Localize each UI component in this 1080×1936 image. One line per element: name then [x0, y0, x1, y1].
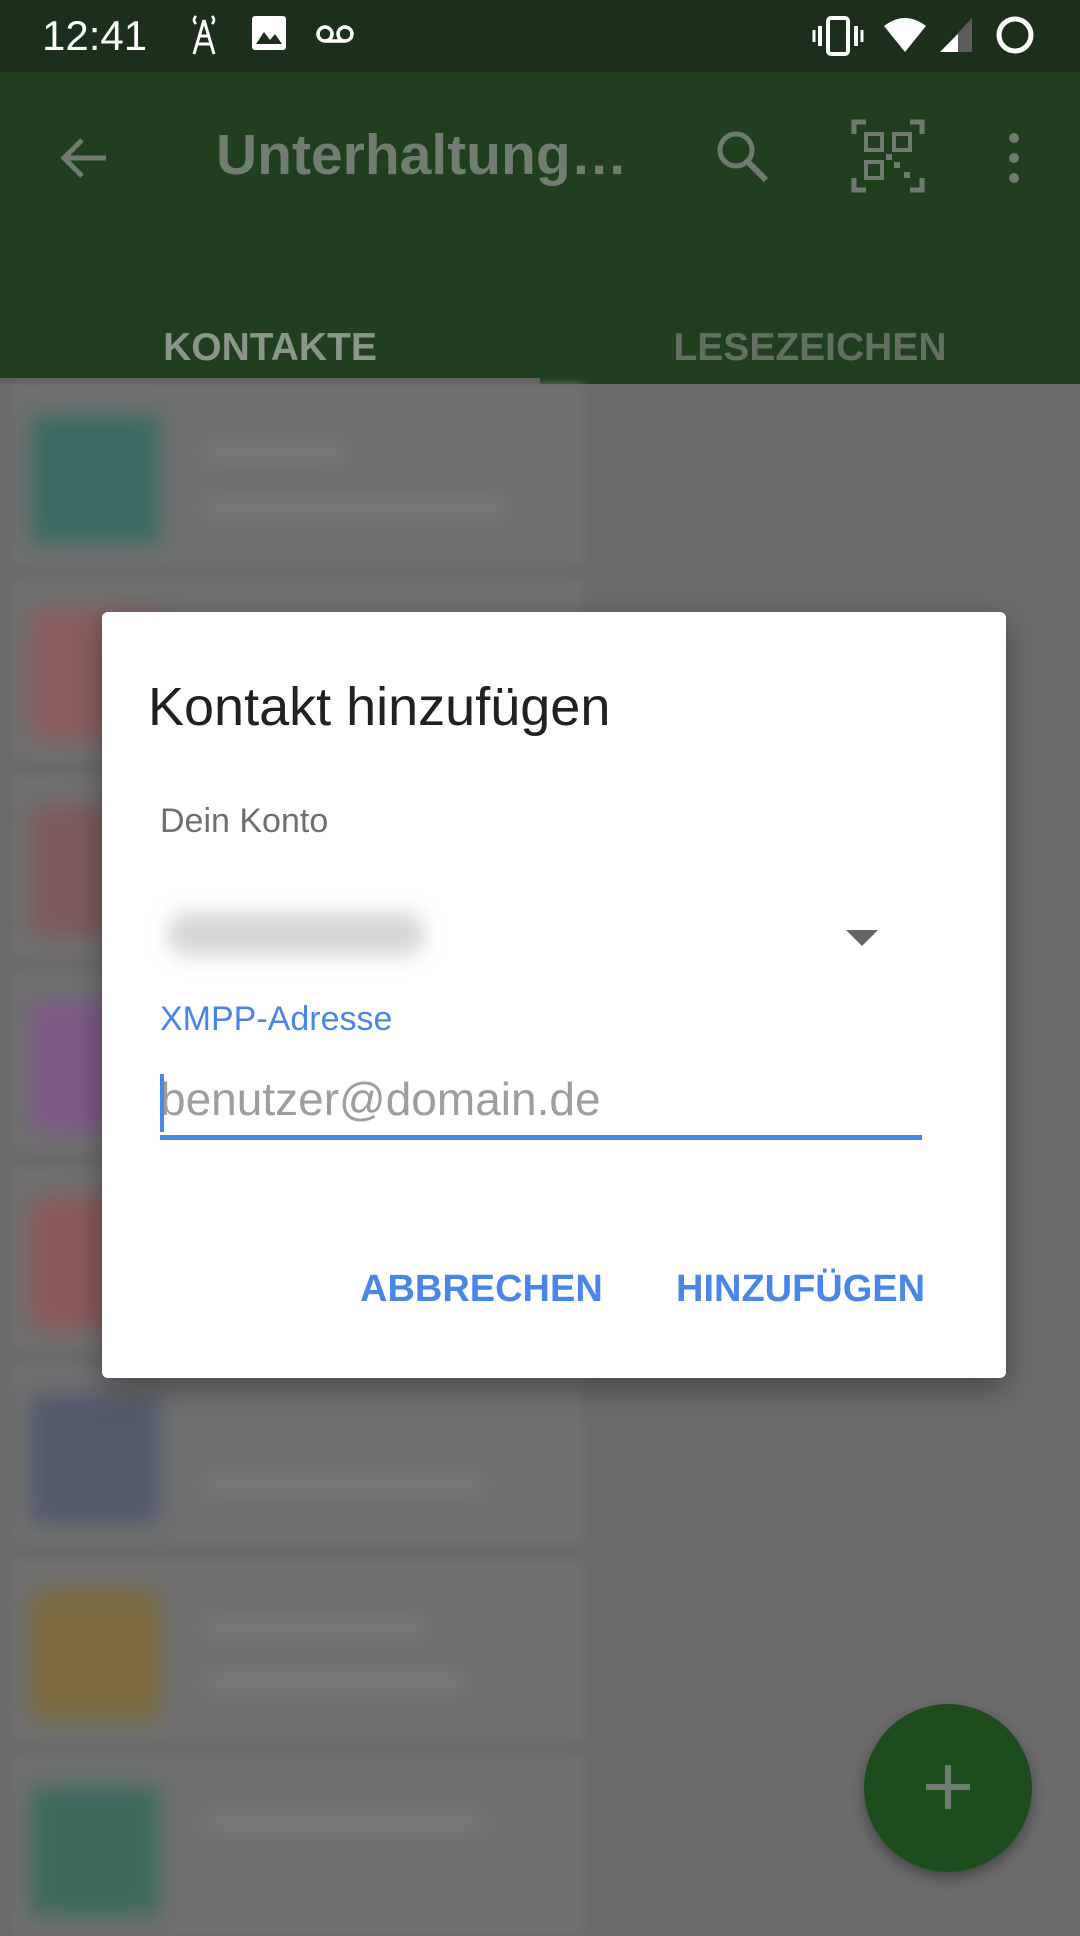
list-item-title [204, 1616, 424, 1638]
overflow-menu-icon[interactable] [1004, 132, 1024, 189]
tab-lesezeichen[interactable]: LESEZEICHEN [540, 312, 1080, 384]
wifi-icon [882, 16, 928, 59]
cancel-button[interactable]: ABBRECHEN [360, 1268, 603, 1311]
qr-code-icon[interactable] [850, 118, 926, 199]
avatar [30, 1786, 160, 1916]
list-item[interactable] [14, 1560, 584, 1740]
list-item[interactable] [14, 1364, 584, 1544]
avatar [30, 1590, 160, 1720]
list-item-subtitle [204, 1474, 484, 1496]
xmpp-address-field[interactable] [160, 1062, 922, 1140]
add-button[interactable]: HINZUFÜGEN [676, 1268, 925, 1311]
app-bar: Unterhaltung… KONTAKTE LESEZEICHEN [0, 72, 1080, 384]
page-title: Unterhaltung… [216, 123, 628, 187]
list-item-subtitle [204, 496, 504, 518]
plus-icon-vertical [945, 1765, 951, 1809]
back-arrow-icon[interactable] [58, 132, 110, 189]
account-label: Dein Konto [160, 802, 329, 840]
text-cursor [160, 1074, 164, 1132]
status-time: 12:41 [42, 12, 148, 59]
image-icon [250, 14, 288, 57]
tab-bar: KONTAKTE LESEZEICHEN [0, 312, 1080, 384]
avatar [30, 414, 160, 544]
xmpp-address-label: XMPP-Adresse [160, 1000, 393, 1038]
search-icon[interactable] [714, 128, 772, 191]
list-item[interactable] [14, 1756, 584, 1936]
account-dropdown[interactable] [126, 884, 946, 1004]
voicemail-icon [314, 22, 356, 51]
dialog-title: Kontakt hinzufügen [148, 677, 611, 737]
battery-saver-icon [994, 14, 1036, 61]
xmpp-address-input[interactable] [160, 1062, 922, 1135]
list-item[interactable] [14, 384, 584, 564]
vibrate-icon [812, 16, 864, 61]
add-contact-dialog: Kontakt hinzufügen Dein Konto XMPP-Adres… [102, 612, 1006, 1378]
add-contact-fab[interactable] [864, 1704, 1032, 1872]
signal-icon [938, 16, 974, 59]
antenna-icon [186, 14, 222, 61]
avatar [30, 1394, 160, 1524]
list-item-title [204, 442, 344, 464]
list-item-subtitle [204, 1670, 464, 1692]
account-value-redacted [166, 912, 426, 956]
list-item-title [204, 1812, 484, 1834]
chevron-down-icon [846, 930, 878, 946]
tab-kontakte[interactable]: KONTAKTE [0, 312, 540, 384]
status-bar: 12:41 [0, 0, 1080, 72]
